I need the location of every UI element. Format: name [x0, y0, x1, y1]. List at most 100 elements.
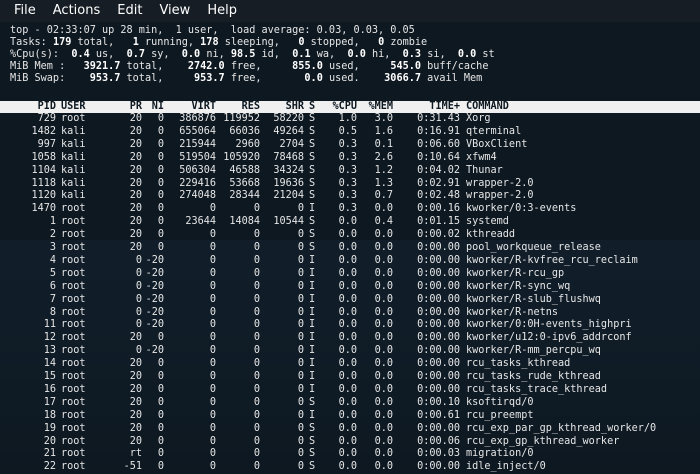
process-cell-time: 0:00.00 — [417, 358, 460, 370]
summary-l2-seg-4: running, — [138, 37, 201, 48]
summary-l4-seg-5: 855.0 — [292, 61, 323, 72]
process-cell-cpu: 0.3 — [338, 190, 357, 202]
summary-l2-seg-1: 179 — [52, 37, 72, 48]
process-cell-time: 0:06.60 — [417, 138, 460, 150]
summary-l3-seg-1: 0.4 — [71, 49, 90, 60]
process-cell-ni: -20 — [145, 345, 164, 357]
menu-view[interactable]: View — [150, 0, 198, 22]
process-cell-cpu: 0.0 — [338, 396, 357, 408]
process-cell-user: root — [61, 254, 86, 266]
process-cell-user: root — [61, 306, 86, 318]
process-cell-state: S — [309, 435, 316, 447]
process-cell-res: 53668 — [229, 177, 260, 189]
process-cell-shr: 49264 — [273, 125, 304, 137]
terminal-output[interactable]: top - 02:33:07 up 28 min, 1 user, load a… — [0, 22, 700, 474]
summary-l3-seg-14: si, — [421, 49, 458, 60]
process-cell-pid: 1058 — [31, 151, 56, 163]
process-cell-pid: 1104 — [31, 164, 56, 176]
process-cell-pr: -51 — [123, 461, 142, 473]
process-row: 21 root rt 0 0 0 0 S 0.0 0.0 0:00.03 migration/0 — [0, 448, 700, 460]
process-cell-ni: 0 — [157, 383, 164, 395]
process-cell-shr: 0 — [297, 242, 304, 253]
process-cell-time: 0:00.10 — [417, 396, 460, 408]
process-cell-state: I — [309, 358, 316, 370]
process-cell-res: 0 — [253, 267, 260, 279]
process-cell-shr: 10544 — [273, 216, 304, 228]
process-cell-mem: 0.0 — [374, 332, 393, 344]
process-cell-cpu: 0.5 — [338, 125, 357, 137]
process-cell-time: 0:00.00 — [417, 280, 460, 292]
process-cell-shr: 34324 — [273, 164, 304, 176]
process-cell-res: 0 — [253, 435, 260, 447]
process-cell-pid: 1482 — [31, 125, 56, 137]
summary-l2-seg-5: 178 — [200, 37, 219, 48]
process-row: 997 kali 20 0 215944 2960 2704 S 0.3 0.1 0:06.60 VB… — [0, 139, 700, 151]
process-cell-user: root — [61, 461, 86, 473]
process-cell-pr: 20 — [129, 125, 142, 137]
process-cell-pid: 17 — [43, 396, 56, 408]
process-row: 14 root 20 0 0 0 0 I 0.0 0.0 0:00.00 rcu_tasks_kthr… — [0, 358, 700, 370]
process-cell-state: S — [309, 229, 316, 241]
process-cell-user: kali — [61, 125, 86, 137]
process-row: 11 root 0 -20 0 0 0 I 0.0 0.0 0:00.00 kworker/0:0H-… — [0, 319, 700, 331]
menu-file[interactable]: File — [0, 0, 44, 22]
process-cell-ni: 0 — [157, 151, 164, 163]
process-cell-cpu: 0.0 — [338, 448, 357, 460]
process-cell-mem: 0.0 — [374, 396, 393, 408]
process-cell-mem: 0.0 — [374, 448, 393, 460]
process-cell-state: S — [309, 151, 316, 163]
process-cell-shr: 0 — [297, 383, 304, 395]
process-cell-command: kworker/R-rcu_gp — [466, 267, 565, 279]
menu-help[interactable]: Help — [198, 0, 245, 22]
process-cell-pr: 20 — [129, 113, 142, 124]
process-cell-command: kworker/R-mm_percpu_wq — [466, 345, 601, 357]
process-cell-shr: 78468 — [273, 151, 304, 163]
summary-l5-seg-6: used. — [322, 73, 385, 84]
process-cell-command: kworker/R-netns — [466, 306, 559, 318]
process-cell-command: systemd — [466, 216, 509, 228]
column-header-res: RES — [241, 101, 260, 112]
menu-actions[interactable]: Actions — [44, 0, 109, 22]
process-cell-pid: 1120 — [31, 190, 56, 202]
summary-l3-seg-12: hi, — [365, 49, 403, 60]
process-cell-state: I — [309, 319, 316, 331]
process-row: 8 root 0 -20 0 0 0 I 0.0 0.0 0:00.00 kworker/R-netn… — [0, 307, 700, 319]
process-cell-cpu: 0.0 — [338, 461, 357, 473]
process-cell-user: root — [61, 267, 86, 279]
process-cell-cpu: 0.0 — [338, 409, 357, 421]
column-header-ni: NI — [151, 101, 164, 112]
process-cell-command: kworker/R-kvfree_rcu_reclaim — [466, 254, 638, 266]
summary-l5-seg-5: 0.0 — [304, 73, 323, 84]
process-cell-shr: 0 — [297, 448, 304, 460]
process-cell-cpu: 0.0 — [338, 306, 357, 318]
process-cell-virt: 506304 — [179, 164, 216, 176]
process-cell-pr: 20 — [129, 358, 142, 370]
process-cell-res: 28344 — [229, 190, 260, 202]
process-cell-shr: 0 — [297, 358, 304, 370]
process-cell-mem: 0.0 — [374, 345, 393, 357]
process-cell-mem: 0.0 — [374, 319, 393, 331]
process-cell-user: root — [61, 422, 86, 434]
process-cell-command: rcu_exp_gp_kthread_worker — [466, 435, 620, 447]
process-cell-user: root — [61, 435, 86, 447]
process-cell-command: kthreadd — [466, 229, 516, 241]
process-cell-command: xfwm4 — [466, 151, 497, 163]
process-cell-shr: 0 — [297, 409, 304, 421]
column-header-shr: SHR — [285, 101, 304, 112]
process-cell-virt: 0 — [209, 396, 216, 408]
process-cell-time: 0:00.00 — [417, 293, 460, 305]
summary-l5-seg-0: MiB Swap: — [10, 73, 90, 84]
process-cell-virt: 274048 — [179, 190, 216, 202]
process-row: 16 root 20 0 0 0 0 I 0.0 0.0 0:00.00 rcu_tasks_trac… — [0, 384, 700, 396]
process-cell-mem: 0.0 — [374, 409, 393, 421]
process-cell-pid: 18 — [43, 409, 56, 421]
process-cell-shr: 0 — [297, 306, 304, 318]
summary-l3-seg-2: us, — [89, 49, 127, 60]
process-cell-pid: 6 — [49, 280, 56, 292]
process-cell-shr: 0 — [297, 396, 304, 408]
column-header-virt: VIRT — [191, 101, 216, 112]
process-cell-virt: 0 — [209, 203, 216, 215]
process-cell-pr: 20 — [129, 396, 142, 408]
menu-edit[interactable]: Edit — [108, 0, 150, 22]
process-cell-state: S — [309, 113, 316, 124]
